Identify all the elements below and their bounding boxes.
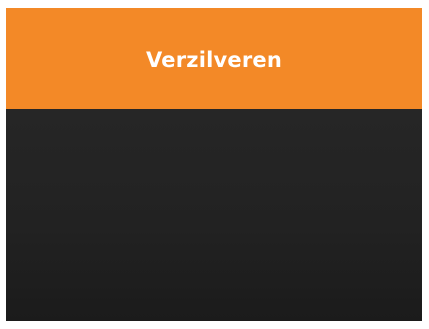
app-frame: Verzilveren [6,8,422,321]
redeem-button-label: Verzilveren [145,47,282,72]
redeem-button[interactable]: Verzilveren [6,8,422,109]
content-panel [6,109,422,321]
